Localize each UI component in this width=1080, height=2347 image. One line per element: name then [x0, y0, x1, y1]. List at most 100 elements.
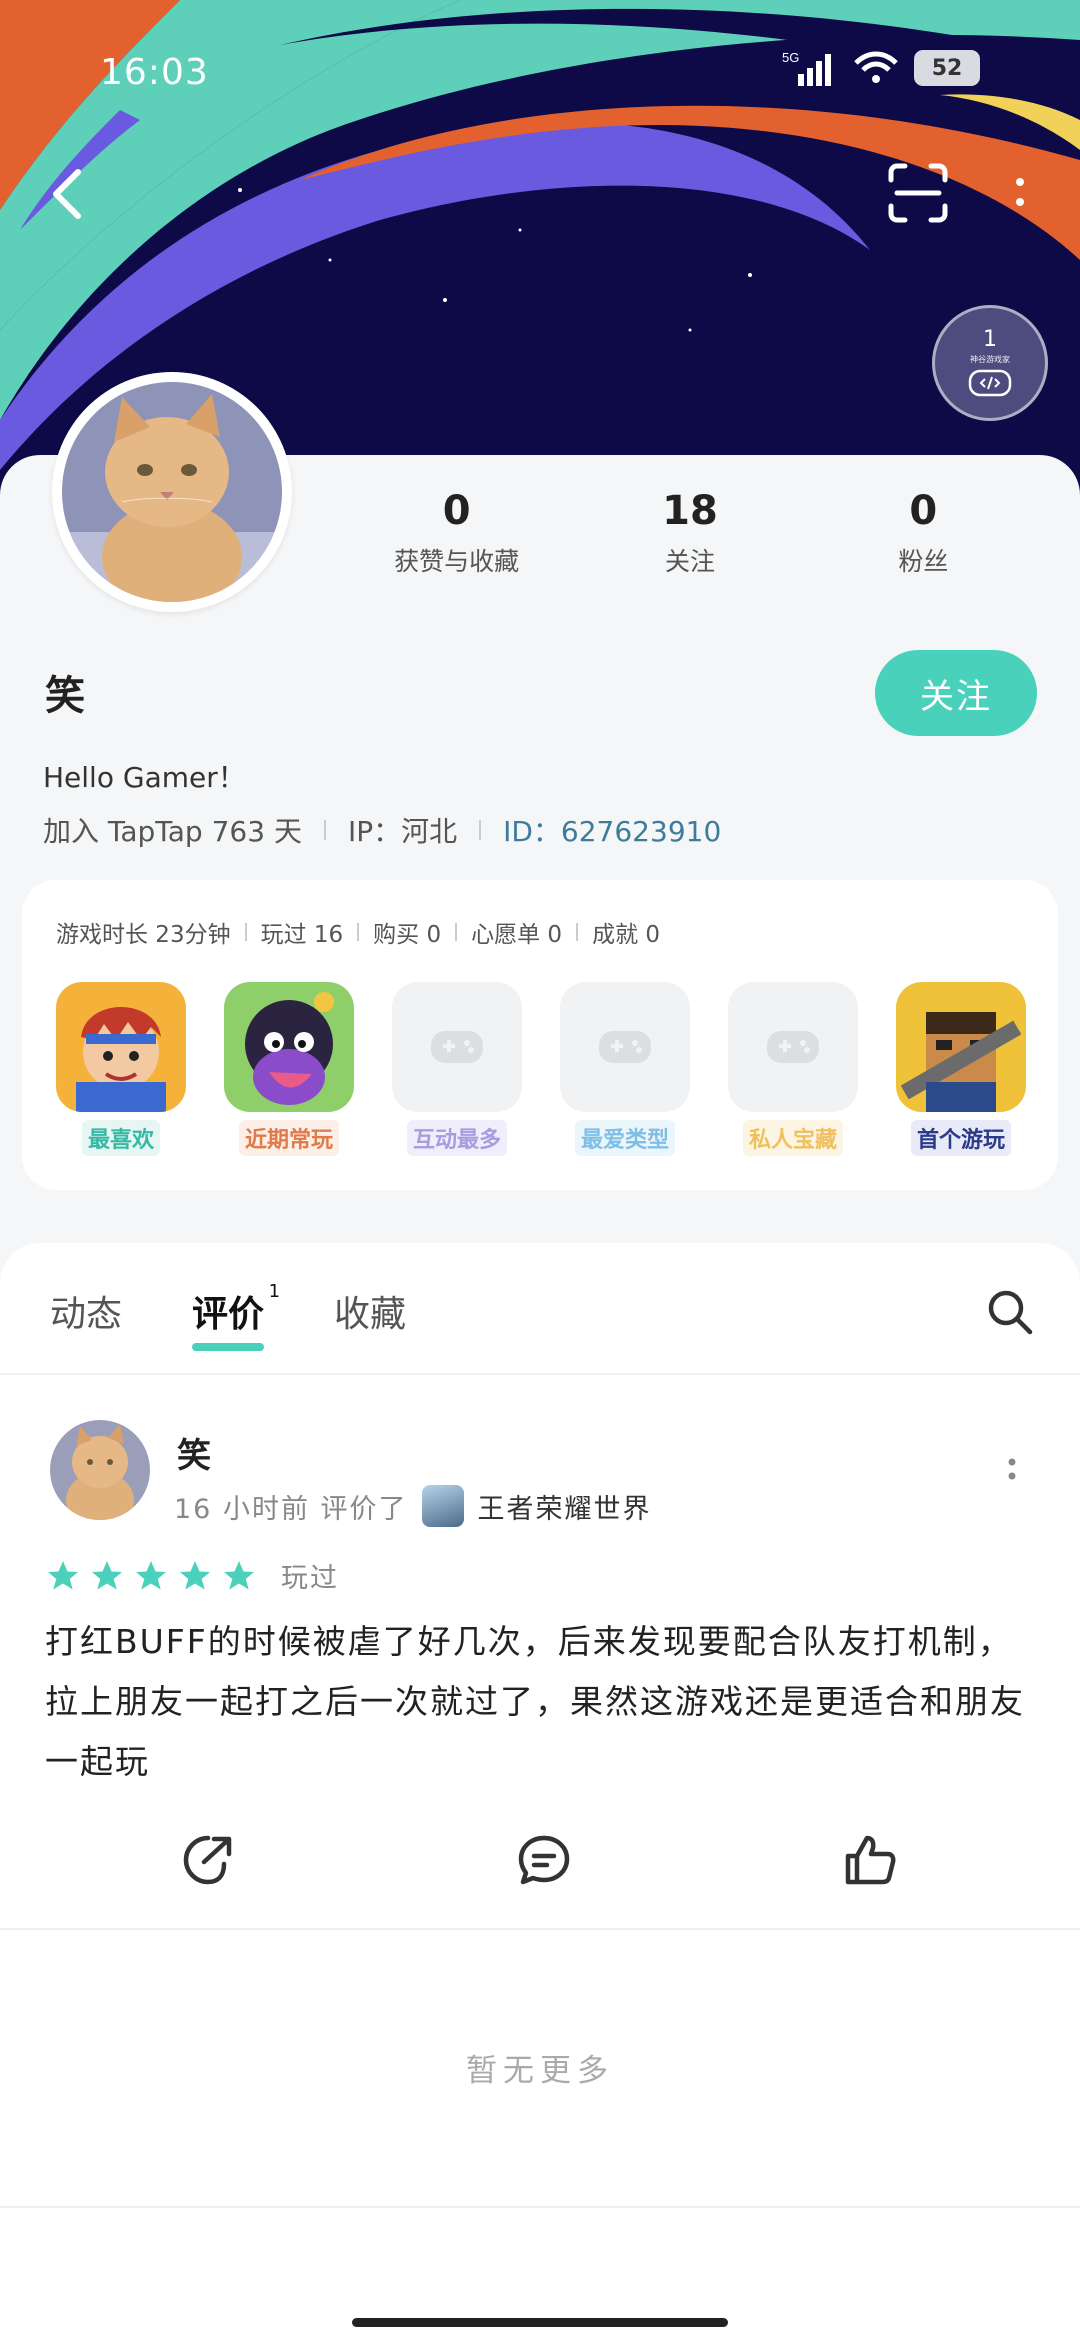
search-icon — [988, 1290, 1033, 1335]
gamepad-icon — [968, 369, 1012, 397]
tile-first-played[interactable]: 首个游玩 — [896, 982, 1026, 1156]
achievement-count: 成就 0 — [592, 922, 661, 948]
divider — [357, 923, 360, 941]
tile-favorite[interactable]: 最喜欢 — [56, 982, 186, 1156]
gamepad-placeholder-icon — [560, 982, 690, 1112]
avatar[interactable] — [52, 372, 292, 612]
tile-private-treasure[interactable]: 私人宝藏 — [728, 982, 858, 1156]
level-number: 1 — [983, 327, 997, 352]
divider — [323, 820, 326, 840]
status-bar: 16:03 5G 52 — [0, 0, 1080, 140]
stat-likes[interactable]: 0 获赞与收藏 — [340, 488, 573, 578]
scan-button[interactable] — [885, 160, 951, 226]
game-tiles: 最喜欢 近期常玩 互动最多 最爱类型 私人宝藏 首个游玩 — [56, 982, 1026, 1156]
stat-label: 关注 — [664, 547, 715, 576]
game-meta: 游戏时长 23分钟 玩过 16 购买 0 心愿单 0 成就 0 — [56, 915, 660, 949]
tile-interaction[interactable]: 互动最多 — [392, 982, 522, 1156]
game-icon-recent — [224, 982, 354, 1112]
review-time: 16 小时前 — [174, 1493, 310, 1525]
level-badge[interactable]: 1 神谷游戏家 — [932, 305, 1048, 421]
review-more-button[interactable] — [1000, 1450, 1024, 1490]
profile-meta: 加入 TapTap 763 天 IP：河北 ID：627623910 — [43, 810, 721, 850]
profile-stats: 0 获赞与收藏 18 关注 0 粉丝 — [340, 488, 1040, 578]
stat-value: 0 — [909, 488, 938, 534]
profile-bio: Hello Gamer！ — [43, 761, 246, 794]
share-button[interactable] — [178, 1830, 238, 1890]
play-time: 游戏时长 23分钟 — [56, 922, 231, 948]
star-icon — [48, 1560, 78, 1589]
more-vertical-icon — [1008, 1458, 1016, 1480]
tile-label: 私人宝藏 — [742, 1120, 843, 1156]
ip-location: IP：河北 — [347, 815, 458, 848]
section-divider — [0, 1928, 1080, 1930]
review-game-name[interactable]: 王者荣耀世界 — [478, 1487, 652, 1526]
tab-reviews[interactable]: 评价 1 — [192, 1281, 280, 1351]
profile-name: 笑 — [45, 673, 85, 719]
follow-button[interactable]: 关注 — [875, 650, 1037, 736]
played-count: 玩过 16 — [260, 922, 344, 948]
chevron-left-icon — [53, 169, 81, 219]
no-more-text: 暂无更多 — [466, 2053, 614, 2089]
comment-icon — [518, 1835, 570, 1885]
stat-value: 0 — [442, 488, 471, 534]
review-author-avatar[interactable] — [50, 1420, 150, 1520]
tab-count: 1 — [268, 1281, 281, 1302]
profile-tabs: 动态 评价 1 收藏 — [50, 1281, 406, 1351]
battery-indicator: 52 — [914, 50, 980, 86]
star-icon — [180, 1560, 210, 1589]
play-status: 玩过 — [281, 1563, 339, 1594]
comment-button[interactable] — [514, 1830, 574, 1890]
tile-label: 最喜欢 — [81, 1120, 160, 1156]
content-panel: 动态 评价 1 收藏 — [0, 1243, 1080, 2347]
tile-label: 首个游玩 — [910, 1120, 1011, 1156]
star-icon — [136, 1560, 166, 1589]
review-rating: 玩过 — [45, 1556, 339, 1595]
stat-following[interactable]: 18 关注 — [573, 488, 806, 578]
tile-recent[interactable]: 近期常玩 — [224, 982, 354, 1156]
divider — [576, 923, 579, 941]
tab-collections[interactable]: 收藏 — [334, 1285, 406, 1337]
search-button[interactable] — [985, 1287, 1035, 1337]
star-icon — [92, 1560, 122, 1589]
review-text[interactable]: 打红BUFF的时候被虐了好几次，后来发现要配合队友打机制，拉上朋友一起打之后一次… — [45, 1612, 1045, 1792]
tile-label: 最爱类型 — [574, 1120, 675, 1156]
review-author-name[interactable]: 笑 — [177, 1428, 211, 1477]
back-button[interactable] — [40, 158, 100, 228]
like-button[interactable] — [840, 1830, 900, 1890]
purchased-count: 购买 0 — [373, 922, 442, 948]
review-meta: 16 小时前 评价了 王者荣耀世界 — [174, 1485, 652, 1527]
tabs-divider — [0, 1373, 1080, 1375]
wishlist-count: 心愿单 0 — [471, 922, 563, 948]
review-actions — [0, 1830, 1080, 1890]
game-thumbnail[interactable] — [421, 1485, 464, 1527]
join-days: 加入 TapTap 763 天 — [43, 815, 302, 848]
scan-icon — [888, 163, 948, 223]
thumbs-up-icon — [845, 1835, 896, 1885]
wifi-icon — [854, 51, 898, 83]
tile-label: 近期常玩 — [238, 1120, 339, 1156]
more-options-button[interactable] — [1000, 160, 1040, 230]
stat-label: 获赞与收藏 — [394, 547, 520, 576]
divider — [244, 923, 247, 941]
tab-label: 收藏 — [334, 1294, 407, 1335]
tile-favorite-type[interactable]: 最爱类型 — [560, 982, 690, 1156]
home-indicator[interactable] — [352, 2318, 728, 2327]
share-icon — [183, 1835, 232, 1885]
stat-label: 粉丝 — [898, 547, 949, 576]
tab-activity[interactable]: 动态 — [50, 1285, 122, 1337]
game-stats-card[interactable]: 游戏时长 23分钟 玩过 16 购买 0 心愿单 0 成就 0 最喜欢 近期常玩… — [22, 880, 1058, 1190]
tile-label: 互动最多 — [406, 1120, 507, 1156]
gamepad-placeholder-icon — [728, 982, 858, 1112]
avatar-image — [62, 382, 282, 602]
stat-value: 18 — [662, 488, 718, 534]
tab-label: 评价 — [192, 1294, 265, 1335]
review-action: 评价了 — [320, 1493, 408, 1525]
stat-fans[interactable]: 0 粉丝 — [807, 488, 1040, 578]
gamepad-placeholder-icon — [392, 982, 522, 1112]
divider — [479, 820, 482, 840]
status-icons: 5G 52 — [782, 48, 980, 88]
user-id[interactable]: ID：627623910 — [503, 810, 721, 850]
game-icon-first-played — [896, 982, 1026, 1112]
more-vertical-icon — [1016, 178, 1024, 206]
star-icon — [224, 1560, 254, 1589]
